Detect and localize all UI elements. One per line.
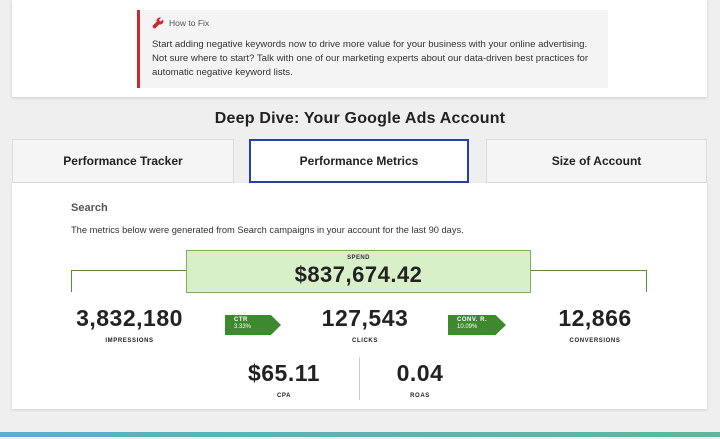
spend-label: SPEND <box>347 255 370 261</box>
spend-box: SPEND $837,674.42 <box>186 250 531 293</box>
impressions-value: 3,832,180 <box>76 305 183 331</box>
spend-value: $837,674.42 <box>294 262 423 287</box>
roas-metric: 0.04 ROAS <box>370 360 470 399</box>
tab-performance-metrics[interactable]: Performance Metrics <box>249 139 469 183</box>
how-to-fix-text: Start adding negative keywords now to dr… <box>152 39 589 78</box>
conversions-value: 12,866 <box>558 305 632 331</box>
bottom-accent-bar <box>0 432 720 437</box>
impressions-metric: 3,832,180 IMPRESSIONS <box>62 305 197 344</box>
cpa-label: CPA <box>276 393 292 399</box>
cpa-metric: $65.11 CPA <box>228 360 340 399</box>
impressions-label: IMPRESSIONS <box>105 338 154 344</box>
ctr-value: 3.33% <box>234 324 252 330</box>
tab-size-of-account[interactable]: Size of Account <box>486 139 707 183</box>
wrench-icon <box>152 17 164 29</box>
search-description: The metrics below were generated from Se… <box>71 225 464 235</box>
how-to-fix-card: How to Fix Start adding negative keyword… <box>12 0 707 97</box>
how-to-fix-callout: How to Fix Start adding negative keyword… <box>137 10 608 88</box>
conversions-metric: 12,866 CONVERSIONS <box>530 305 660 344</box>
search-title: Search <box>71 202 108 214</box>
clicks-metric: 127,543 CLICKS <box>300 305 430 344</box>
metric-divider <box>359 357 360 400</box>
cpa-value: $65.11 <box>247 360 321 386</box>
ctr-arrow: CTR 3.33% <box>225 315 281 335</box>
roas-value: 0.04 <box>396 360 444 386</box>
section-title: Deep Dive: Your Google Ads Account <box>214 110 506 127</box>
clicks-label: CLICKS <box>352 338 378 344</box>
conversions-label: CONVERSIONS <box>569 338 621 344</box>
conversion-rate-value: 10.09% <box>457 324 478 330</box>
how-to-fix-label: How to Fix <box>169 18 210 28</box>
roas-label: ROAS <box>410 393 430 399</box>
conversion-rate-arrow: CONV. R. 10.09% <box>448 315 506 335</box>
clicks-value: 127,543 <box>321 305 409 331</box>
how-to-fix-header: How to Fix <box>152 17 209 29</box>
tab-performance-tracker[interactable]: Performance Tracker <box>12 139 234 183</box>
